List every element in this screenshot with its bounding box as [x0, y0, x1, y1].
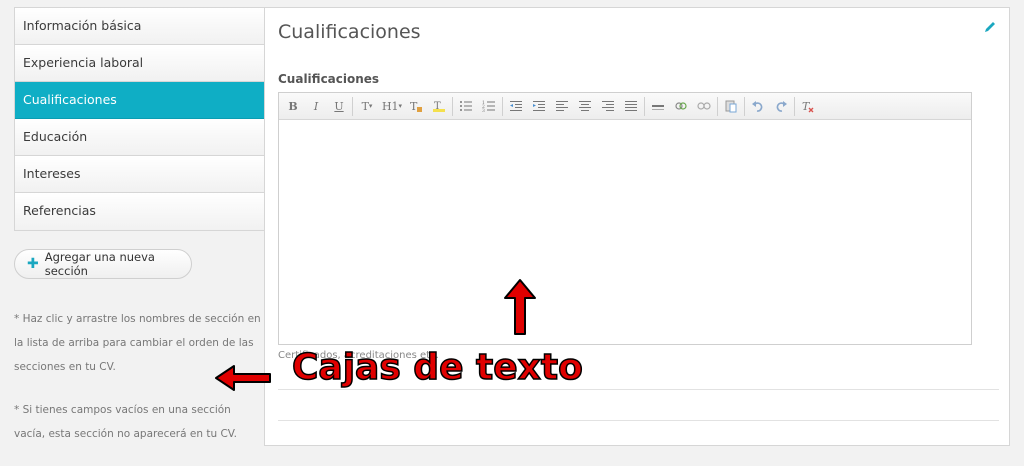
- italic-icon[interactable]: I: [306, 96, 326, 116]
- indent-icon[interactable]: [529, 96, 549, 116]
- heading-icon[interactable]: H1 ▾: [381, 96, 403, 116]
- undo-icon[interactable]: [748, 96, 768, 116]
- sidebar-item-cualificaciones[interactable]: Cualificaciones: [15, 82, 264, 119]
- sidebar-item-experiencia-laboral[interactable]: Experiencia laboral: [15, 45, 264, 82]
- up-arrow-annotation: [504, 279, 536, 335]
- empty-section-note: * Si tienes campos vacíos en una sección…: [14, 404, 237, 440]
- section-nav: Información básica Experiencia laboral C…: [14, 7, 265, 231]
- qualifications-textarea[interactable]: [279, 120, 971, 344]
- sidebar-item-referencias[interactable]: Referencias: [15, 193, 264, 230]
- align-right-icon[interactable]: [598, 96, 618, 116]
- horizontal-rule-icon[interactable]: [648, 96, 668, 116]
- pencil-icon[interactable]: [983, 20, 997, 34]
- outdent-icon[interactable]: [506, 96, 526, 116]
- highlight-icon[interactable]: T: [429, 96, 449, 116]
- toolbar-separator: [352, 96, 353, 116]
- toolbar-separator: [452, 96, 453, 116]
- field-label: Cualificaciones: [278, 72, 380, 86]
- svg-text:T: T: [434, 101, 441, 112]
- rich-text-editor: B I U T ▾ H1 ▾ T T 123 T: [278, 92, 972, 345]
- page-title: Cualificaciones: [278, 21, 421, 43]
- link-icon[interactable]: [671, 96, 691, 116]
- align-left-icon[interactable]: [552, 96, 572, 116]
- underline-icon[interactable]: U: [329, 96, 349, 116]
- add-section-button[interactable]: ✚ Agregar una nueva sección: [14, 249, 192, 279]
- clear-format-icon[interactable]: T: [798, 96, 818, 116]
- unlink-icon[interactable]: [694, 96, 714, 116]
- bullet-list-icon[interactable]: [456, 96, 476, 116]
- sidebar-item-educacion[interactable]: Educación: [15, 119, 264, 156]
- numbered-list-icon[interactable]: 123: [479, 96, 499, 116]
- redo-icon[interactable]: [771, 96, 791, 116]
- add-section-label: Agregar una nueva sección: [44, 250, 155, 278]
- divider: [278, 420, 999, 421]
- align-center-icon[interactable]: [575, 96, 595, 116]
- paste-icon[interactable]: [721, 96, 741, 116]
- sidebar-item-intereses[interactable]: Intereses: [15, 156, 264, 193]
- justify-icon[interactable]: [621, 96, 641, 116]
- editor-toolbar: B I U T ▾ H1 ▾ T T 123 T: [279, 93, 971, 120]
- svg-text:T: T: [410, 100, 418, 113]
- toolbar-separator: [502, 96, 503, 116]
- annotation-label: Cajas de texto: [291, 347, 583, 388]
- plus-icon: ✚: [27, 256, 39, 272]
- left-arrow-annotation: [215, 365, 271, 391]
- toolbar-separator: [794, 96, 795, 116]
- bold-icon[interactable]: B: [283, 96, 303, 116]
- text-style-icon[interactable]: T ▾: [356, 96, 378, 116]
- sidebar: Información básica Experiencia laboral C…: [14, 7, 265, 440]
- toolbar-separator: [717, 96, 718, 116]
- sidebar-item-informacion-basica[interactable]: Información básica: [15, 8, 264, 45]
- svg-text:3: 3: [482, 108, 485, 113]
- toolbar-separator: [744, 96, 745, 116]
- text-color-icon[interactable]: T: [406, 96, 426, 116]
- divider: [278, 389, 999, 390]
- toolbar-separator: [644, 96, 645, 116]
